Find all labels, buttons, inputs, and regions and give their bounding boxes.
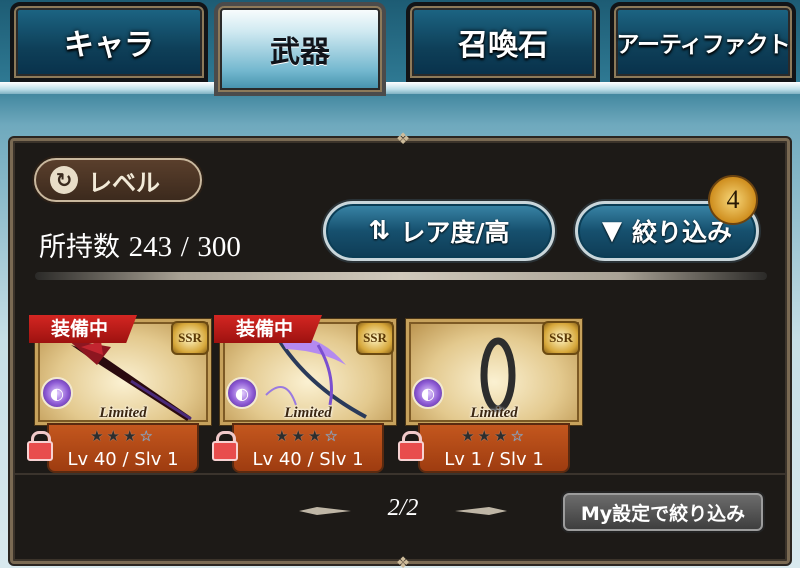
weapon-list-panel: ❖ ❖ ↻ レベル 所持数 243 / 300 ⇅ レア度/高 ▼ 絞り込み 装… [10, 129, 790, 568]
weapon-level: Lv 1 / Slv 1 [444, 449, 544, 470]
tab-label: 召喚石 [458, 28, 548, 63]
weapon-card[interactable]: 装備中 SSR ◐ Limited ★★★☆ Lv 40 / Slv 1 [27, 315, 211, 473]
inventory-max: 300 [197, 231, 241, 263]
tab-label: アーティファクト [616, 32, 790, 58]
equipped-label: 装備中 [214, 315, 322, 343]
lock-icon [398, 431, 424, 461]
uncap-stars: ★★★☆ [275, 427, 341, 445]
lock-icon [27, 431, 53, 461]
limited-label: Limited [99, 405, 147, 421]
uncap-stars: ★★★☆ [461, 427, 527, 445]
sort-arrows-icon: ⇅ [368, 216, 391, 246]
tab-weapons[interactable]: 武器 [214, 2, 386, 96]
equipped-label: 装備中 [29, 315, 137, 343]
tab-summons[interactable]: 召喚石 [406, 2, 600, 82]
tab-artifacts[interactable]: アーティファクト [610, 2, 796, 82]
limited-label: Limited [284, 405, 332, 421]
inventory-count: 所持数 243 / 300 [39, 225, 241, 264]
ssr-rarity-badge: SSR [356, 321, 394, 355]
uncap-stars: ★★★☆ [90, 427, 156, 445]
sort-rarity-button[interactable]: ⇅ レア度/高 [323, 201, 555, 261]
weapon-level: Lv 40 / Slv 1 [252, 449, 364, 470]
weapon-info: ★★★☆ Lv 1 / Slv 1 [418, 423, 570, 473]
tab-label: キャラ [64, 28, 154, 63]
inventory-current: 243 [128, 231, 173, 263]
inventory-separator: / [180, 231, 189, 263]
ssr-rarity-badge: SSR [171, 321, 209, 355]
weapon-info: ★★★☆ Lv 40 / Slv 1 [232, 423, 384, 473]
bottom-ornament: ❖ [395, 552, 411, 568]
divider [35, 272, 767, 280]
funnel-icon: ▼ [601, 216, 622, 246]
ssr-rarity-badge: SSR [542, 321, 580, 355]
sort-level-button[interactable]: ↻ レベル [34, 158, 202, 202]
next-page-arrow[interactable] [453, 505, 509, 517]
filter-count-badge: 4 [708, 175, 758, 225]
top-ornament: ❖ [395, 128, 411, 148]
weapon-card[interactable]: 装備中 SSR ◐ Limited ★★★☆ Lv 40 / Slv 1 [212, 315, 396, 473]
tab-characters[interactable]: キャラ [10, 2, 208, 82]
weapon-info: ★★★☆ Lv 40 / Slv 1 [47, 423, 199, 473]
inventory-label: 所持数 [39, 232, 120, 263]
sort-rarity-label: レア度/高 [400, 218, 510, 247]
tab-bar: キャラ 武器 召喚石 アーティファクト [0, 0, 800, 100]
tab-label: 武器 [270, 35, 330, 70]
weapon-level: Lv 40 / Slv 1 [67, 449, 179, 470]
page-indicator: 2/2 [387, 495, 419, 521]
weapon-card[interactable]: SSR ◐ Limited ★★★☆ Lv 1 / Slv 1 [398, 315, 582, 473]
sort-level-label: レベル [88, 168, 160, 197]
my-filter-button[interactable]: My設定で絞り込み [563, 493, 763, 531]
footer-divider [13, 473, 787, 475]
previous-page-arrow[interactable] [297, 505, 353, 517]
refresh-icon: ↻ [50, 166, 78, 194]
lock-icon [212, 431, 238, 461]
limited-label: Limited [470, 405, 518, 421]
